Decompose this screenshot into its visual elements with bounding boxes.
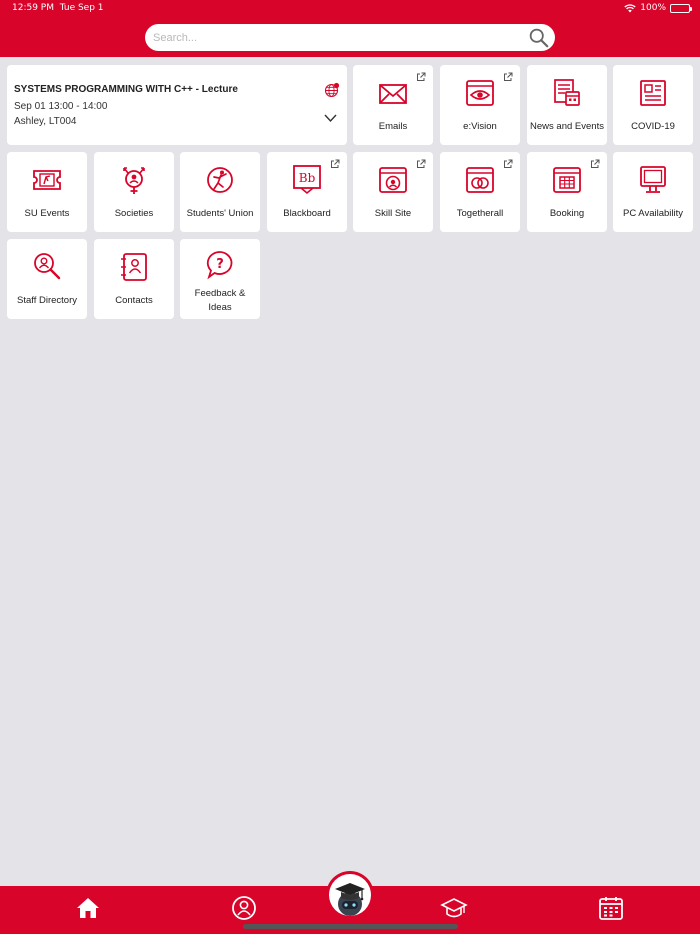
- tile-label: Skill Site: [374, 208, 412, 219]
- profile-icon: [232, 896, 256, 920]
- tile-label: Staff Directory: [16, 295, 77, 306]
- tile-label: e:Vision: [463, 121, 497, 132]
- external-link-icon: [591, 159, 600, 168]
- tile-su-events[interactable]: SU Events: [7, 152, 87, 232]
- monitor-icon: [640, 166, 666, 193]
- lecture-location: Ashley, LT004: [14, 116, 77, 127]
- chevron-down-icon[interactable]: [324, 113, 337, 123]
- wifi-icon: [624, 3, 636, 12]
- tile-pc-availability[interactable]: PC Availability: [613, 152, 693, 232]
- external-link-icon: [417, 72, 426, 81]
- tile-staff-directory[interactable]: Staff Directory: [7, 239, 87, 319]
- tile-societies[interactable]: Societies: [94, 152, 174, 232]
- status-right: 100%: [624, 3, 692, 13]
- tile-label: PC Availability: [622, 208, 684, 219]
- booking-icon: [553, 167, 581, 193]
- tile-blackboard[interactable]: Bb Blackboard: [267, 152, 347, 232]
- home-indicator: [243, 924, 458, 929]
- search-icon[interactable]: [528, 27, 549, 48]
- tile-students-union[interactable]: Students' Union: [180, 152, 260, 232]
- lecture-card[interactable]: SYSTEMS PROGRAMMING WITH C++ - Lecture S…: [7, 65, 347, 145]
- feedback-icon: ?: [206, 251, 233, 280]
- tile-skill-site[interactable]: Skill Site: [353, 152, 433, 232]
- tab-home[interactable]: [68, 891, 108, 925]
- tile-booking[interactable]: Booking: [527, 152, 607, 232]
- status-date: Tue Sep 1: [59, 3, 104, 13]
- globe-location-icon[interactable]: [324, 82, 340, 98]
- tile-news-and-events[interactable]: News and Events: [527, 65, 607, 145]
- tab-profile[interactable]: [224, 891, 264, 925]
- contacts-icon: [121, 253, 147, 281]
- eye-icon: [466, 80, 494, 106]
- tile-togetherall[interactable]: Togetherall: [440, 152, 520, 232]
- tile-emails[interactable]: Emails: [353, 65, 433, 145]
- tile-label: Booking: [549, 208, 585, 219]
- calendar-icon: [599, 897, 623, 920]
- battery-icon: [670, 3, 692, 13]
- svg-text:Bb: Bb: [299, 171, 316, 185]
- home-icon: [77, 898, 99, 918]
- blackboard-icon: Bb: [293, 165, 321, 195]
- tile-label: Blackboard: [283, 208, 331, 219]
- tile-label: Contacts: [115, 295, 153, 306]
- status-time-date: 12:59 PM Tue Sep 1: [12, 3, 104, 13]
- news-events-icon: [554, 79, 580, 106]
- external-link-icon: [331, 159, 340, 168]
- tile-label: COVID-19: [631, 121, 675, 132]
- tab-courses[interactable]: [434, 891, 474, 925]
- staff-search-icon: [34, 253, 61, 280]
- assistant-icon: [335, 883, 365, 916]
- societies-icon: [123, 167, 145, 194]
- assistant-button[interactable]: [326, 871, 374, 919]
- tile-label: Feedback & Ideas: [194, 288, 246, 313]
- status-time: 12:59 PM: [12, 3, 54, 13]
- battery-percent: 100%: [640, 3, 666, 13]
- graduation-cap-icon: [440, 898, 468, 918]
- external-link-icon: [504, 72, 513, 81]
- tile-label: Togetherall: [456, 208, 504, 219]
- external-link-icon: [504, 159, 513, 168]
- lecture-time: Sep 01 13:00 - 14:00: [14, 101, 108, 112]
- tile-covid-19[interactable]: COVID-19: [613, 65, 693, 145]
- newspaper-icon: [640, 80, 666, 106]
- ticket-icon: [33, 170, 61, 190]
- external-link-icon: [417, 159, 426, 168]
- envelope-icon: [379, 84, 407, 104]
- tile-label: Emails: [378, 121, 408, 132]
- skill-site-icon: [379, 167, 407, 193]
- top-bar: 12:59 PM Tue Sep 1 100%: [0, 0, 700, 57]
- tile-label: Societies: [114, 208, 154, 219]
- lecture-title: SYSTEMS PROGRAMMING WITH C++ - Lecture: [14, 84, 238, 95]
- tile-label: SU Events: [24, 208, 70, 219]
- tile-contacts[interactable]: Contacts: [94, 239, 174, 319]
- tile-label: Students' Union: [186, 208, 254, 219]
- search-input[interactable]: [153, 28, 523, 47]
- tab-calendar[interactable]: [591, 891, 631, 925]
- tile-evision[interactable]: e:Vision: [440, 65, 520, 145]
- tile-label: News and Events: [530, 121, 604, 132]
- tile-feedback-ideas[interactable]: ? Feedback & Ideas: [180, 239, 260, 319]
- togetherall-icon: [466, 167, 494, 193]
- students-union-icon: [207, 167, 233, 193]
- svg-text:?: ?: [216, 257, 224, 272]
- search-bar[interactable]: [145, 24, 555, 51]
